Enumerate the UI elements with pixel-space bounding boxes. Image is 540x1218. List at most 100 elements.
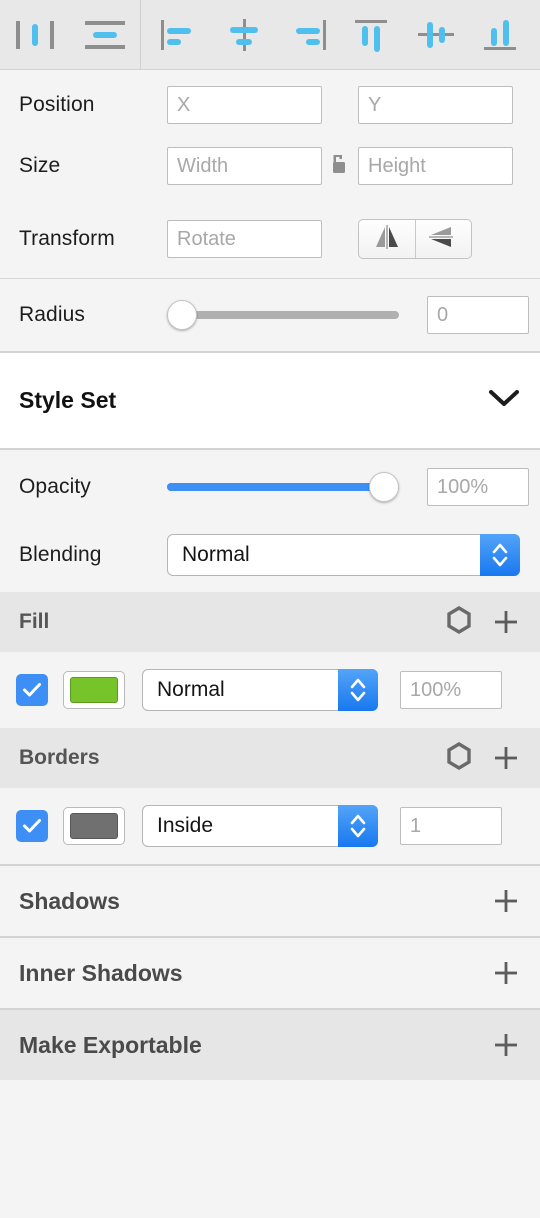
section-row-inner-shadows[interactable]: Inner Shadows	[0, 938, 540, 1008]
borders-section-header: Borders	[0, 728, 540, 788]
fill-add-button[interactable]	[491, 607, 521, 637]
flip-button-group	[358, 219, 472, 259]
section-row-make-exportable[interactable]: Make Exportable	[0, 1010, 540, 1080]
align-left-button[interactable]	[151, 7, 207, 63]
border-item-row: Inside 1	[0, 788, 540, 864]
opacity-slider-knob[interactable]	[369, 472, 399, 502]
fill-item-row: Normal 100%	[0, 652, 540, 728]
chevron-down-icon[interactable]	[487, 387, 521, 414]
fill-opacity-input[interactable]: 100%	[400, 671, 502, 709]
border-position-select[interactable]: Inside	[142, 805, 378, 847]
position-x-input[interactable]: X	[167, 86, 322, 124]
size-width-input[interactable]: Width	[167, 147, 322, 185]
size-row: Size Width Height	[0, 132, 540, 200]
radius-slider[interactable]	[167, 296, 399, 334]
distribute-group	[0, 0, 140, 69]
border-enabled-checkbox[interactable]	[16, 810, 48, 842]
borders-header-label: Borders	[19, 746, 100, 769]
flip-horizontal-icon	[370, 224, 404, 255]
radius-input[interactable]: 0	[427, 296, 529, 334]
position-y-value: Y	[368, 93, 382, 116]
section-row-shadows[interactable]: Shadows	[0, 866, 540, 936]
radius-row: Radius 0	[0, 279, 540, 351]
fill-section-header: Fill	[0, 592, 540, 652]
opacity-value: 100%	[437, 475, 489, 498]
transform-rotate-value: Rotate	[177, 227, 236, 250]
size-height-value: Height	[368, 154, 426, 177]
position-x-value: X	[177, 93, 191, 116]
blending-value: Normal	[182, 543, 250, 566]
opacity-row: Opacity 100%	[0, 450, 540, 518]
radius-section: Radius 0	[0, 279, 540, 351]
align-bottom-icon	[479, 15, 525, 55]
fill-color-swatch-button[interactable]	[63, 671, 125, 709]
fill-header-label: Fill	[19, 610, 50, 633]
size-width-value: Width	[177, 154, 229, 177]
unlocked-padlock-icon	[330, 152, 350, 181]
blending-stepper-icon[interactable]	[480, 534, 520, 576]
border-thickness-input[interactable]: 1	[400, 807, 502, 845]
border-thickness-value: 1	[410, 814, 422, 837]
opacity-slider[interactable]	[167, 468, 399, 506]
blending-select[interactable]: Normal	[167, 534, 520, 576]
align-top-button[interactable]	[345, 7, 401, 63]
opacity-label: Opacity	[19, 475, 91, 498]
border-position-stepper-icon[interactable]	[338, 805, 378, 847]
inner-shadows-add-button[interactable]	[491, 958, 521, 988]
border-position-value: Inside	[157, 814, 214, 837]
opacity-input[interactable]: 100%	[427, 468, 529, 506]
fill-blend-select[interactable]: Normal	[142, 669, 378, 711]
flip-horizontal-button[interactable]	[359, 220, 415, 258]
size-height-input[interactable]: Height	[358, 147, 513, 185]
align-horizontal-center-button[interactable]	[216, 7, 272, 63]
inner-shadows-label: Inner Shadows	[19, 959, 183, 986]
fill-color-swatch	[70, 677, 118, 703]
align-left-icon	[156, 15, 202, 55]
proportion-lock-button[interactable]	[322, 152, 358, 181]
position-y-input[interactable]: Y	[358, 86, 513, 124]
flip-vertical-button[interactable]	[414, 220, 472, 258]
border-color-swatch-button[interactable]	[63, 807, 125, 845]
flip-vertical-icon	[426, 224, 460, 255]
make-exportable-add-button[interactable]	[491, 1030, 521, 1060]
borders-hexagon-settings-icon[interactable]	[445, 741, 473, 775]
blending-row: Blending Normal	[0, 518, 540, 592]
sketch-inspector-panel: Position X Y Size Width Height Transform…	[0, 0, 540, 1218]
distribute-vertically-button[interactable]	[77, 7, 133, 63]
opacity-slider-fill	[167, 483, 384, 491]
style-set-row[interactable]: Style Set	[0, 353, 540, 448]
align-horizontal-center-icon	[221, 15, 267, 55]
distribute-horizontally-icon	[12, 15, 58, 55]
collapsed-sections: Shadows Inner Shadows Make Exportable	[0, 866, 540, 1080]
radius-slider-track	[167, 311, 399, 319]
fill-blend-value: Normal	[157, 678, 225, 701]
align-right-icon	[285, 15, 331, 55]
radius-value: 0	[437, 303, 449, 326]
shadows-label: Shadows	[19, 887, 120, 914]
fill-enabled-checkbox[interactable]	[16, 674, 48, 706]
distribute-horizontally-button[interactable]	[7, 7, 63, 63]
blending-label: Blending	[19, 543, 102, 566]
transform-label: Transform	[19, 227, 115, 250]
align-group	[141, 0, 540, 69]
fill-blend-stepper-icon[interactable]	[338, 669, 378, 711]
position-label: Position	[19, 93, 95, 116]
fill-opacity-value: 100%	[410, 678, 462, 701]
transform-row: Transform Rotate	[0, 200, 540, 278]
geometry-section: Position X Y Size Width Height Transform…	[0, 70, 540, 278]
align-bottom-button[interactable]	[474, 7, 530, 63]
align-vertical-center-icon	[414, 15, 460, 55]
align-vertical-center-button[interactable]	[409, 7, 465, 63]
align-right-button[interactable]	[280, 7, 336, 63]
appearance-section: Opacity 100% Blending Normal	[0, 450, 540, 592]
borders-add-button[interactable]	[491, 743, 521, 773]
style-set-label: Style Set	[19, 387, 117, 413]
transform-rotate-input[interactable]: Rotate	[167, 220, 322, 258]
position-row: Position X Y	[0, 70, 540, 132]
shadows-add-button[interactable]	[491, 886, 521, 916]
radius-slider-knob[interactable]	[167, 300, 197, 330]
fill-hexagon-settings-icon[interactable]	[445, 605, 473, 639]
align-toolbar	[0, 0, 540, 70]
size-label: Size	[19, 154, 61, 177]
border-color-swatch	[70, 813, 118, 839]
